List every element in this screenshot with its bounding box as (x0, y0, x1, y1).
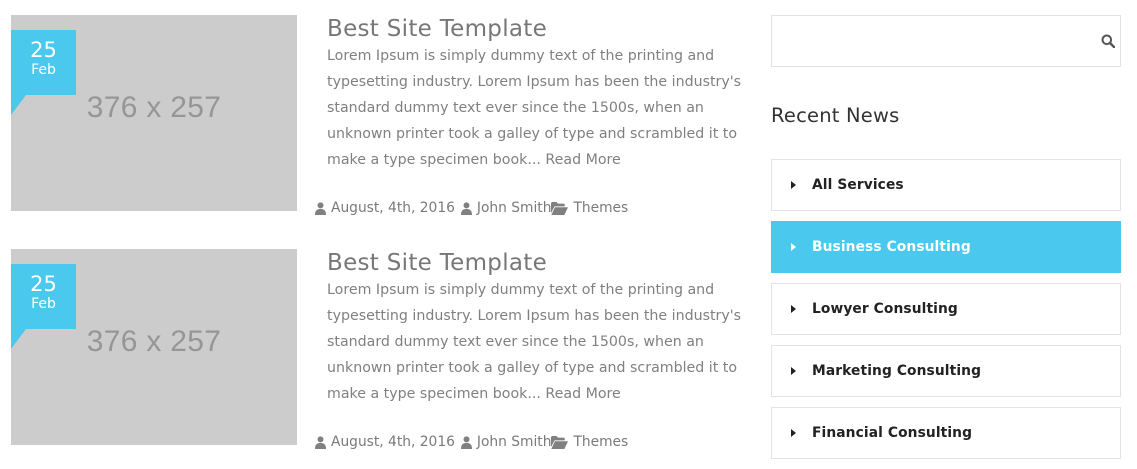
category-item-lowyer-consulting[interactable]: Lowyer Consulting (771, 283, 1121, 335)
search-input[interactable] (772, 16, 1072, 66)
caret-right-icon (791, 243, 796, 251)
post-excerpt-text: Lorem Ipsum is simply dummy text of the … (327, 48, 742, 168)
post-category[interactable]: Themes (573, 200, 628, 216)
date-badge: 25 Feb (11, 264, 76, 329)
date-month: Feb (31, 296, 56, 312)
folder-open-icon (551, 435, 569, 449)
caret-right-icon (791, 367, 796, 375)
caret-right-icon (791, 429, 796, 437)
post-excerpt: Lorem Ipsum is simply dummy text of the … (327, 43, 747, 173)
category-item-marketing-consulting[interactable]: Marketing Consulting (771, 345, 1121, 397)
category-label: Financial Consulting (812, 425, 973, 441)
date-day: 25 (30, 272, 57, 296)
read-more-link[interactable]: Read More (545, 386, 620, 402)
caret-right-icon (791, 305, 796, 313)
folder-open-icon (551, 201, 569, 215)
user-icon (315, 201, 326, 215)
date-badge-tail (11, 95, 26, 115)
post-date: August, 4th, 2016 (331, 200, 455, 216)
blog-post: 376 x 257 25 Feb Best Site Template Lore… (11, 249, 741, 469)
post-title[interactable]: Best Site Template (327, 249, 547, 277)
post-date: August, 4th, 2016 (331, 434, 455, 450)
post-author[interactable]: John Smith (477, 434, 552, 450)
date-badge-tail (11, 329, 26, 349)
recent-news-heading: Recent News (771, 104, 900, 127)
user-icon (315, 435, 326, 449)
date-badge: 25 Feb (11, 30, 76, 95)
date-day: 25 (30, 38, 57, 62)
category-label: Lowyer Consulting (812, 301, 958, 317)
category-item-all-services[interactable]: All Services (771, 159, 1121, 211)
post-meta: August, 4th, 2016 John Smith Themes (315, 200, 634, 216)
caret-right-icon (791, 181, 796, 189)
thumbnail-size-label: 376 x 257 (86, 91, 222, 124)
post-excerpt-text: Lorem Ipsum is simply dummy text of the … (327, 282, 742, 402)
post-category[interactable]: Themes (573, 434, 628, 450)
post-author[interactable]: John Smith (477, 200, 552, 216)
date-month: Feb (31, 62, 56, 78)
category-list: All Services Business Consulting Lowyer … (771, 159, 1121, 469)
post-title[interactable]: Best Site Template (327, 15, 547, 43)
post-excerpt: Lorem Ipsum is simply dummy text of the … (327, 277, 747, 407)
search-icon (1101, 34, 1115, 48)
search-button[interactable] (1096, 29, 1120, 53)
category-label: All Services (812, 177, 904, 193)
category-label: Marketing Consulting (812, 363, 982, 379)
user-icon (460, 435, 472, 449)
user-icon (460, 201, 472, 215)
category-label: Business Consulting (812, 239, 971, 255)
category-item-financial-consulting[interactable]: Financial Consulting (771, 407, 1121, 459)
post-meta: August, 4th, 2016 John Smith Themes (315, 434, 634, 450)
category-item-business-consulting[interactable]: Business Consulting (771, 221, 1121, 273)
search-box (771, 15, 1121, 67)
blog-post: 376 x 257 25 Feb Best Site Template Lore… (11, 15, 741, 235)
read-more-link[interactable]: Read More (545, 152, 620, 168)
thumbnail-size-label: 376 x 257 (86, 325, 222, 358)
